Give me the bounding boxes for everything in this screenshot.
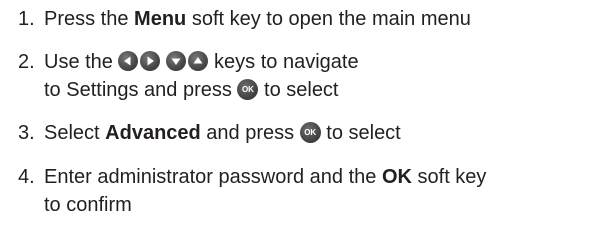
ok-key-icon: OK bbox=[237, 79, 259, 100]
step-number: 1. bbox=[18, 8, 35, 30]
step-number: 4. bbox=[18, 166, 35, 188]
step-text: to Settings and press OK to select bbox=[44, 79, 339, 101]
step-number: 2. bbox=[18, 51, 35, 73]
step-1: 1. Press the Menu soft key to open the m… bbox=[0, 6, 611, 32]
step-4: 4. Enter administrator password and the … bbox=[0, 164, 611, 190]
step-2-continuation: to Settings and press OK to select bbox=[0, 77, 611, 103]
menu-soft-key-label: Menu bbox=[134, 8, 187, 30]
step-text: Select Advanced and press OK to select bbox=[44, 122, 401, 144]
step-text: to confirm bbox=[44, 194, 132, 216]
step-text: Press the Menu soft key to open the main… bbox=[44, 8, 471, 30]
step-text: Enter administrator password and the OK … bbox=[44, 166, 487, 188]
step-text: Use the keys to navigate bbox=[44, 51, 359, 73]
advanced-menu-label: Advanced bbox=[105, 122, 201, 144]
step-number: 3. bbox=[18, 122, 35, 144]
step-2: 2. Use the keys to navigate bbox=[0, 49, 611, 75]
step-4-continuation: to confirm bbox=[0, 192, 611, 218]
ok-soft-key-label: OK bbox=[381, 166, 412, 188]
step-3: 3. Select Advanced and press OK to selec… bbox=[0, 120, 611, 146]
ok-key-icon: OK bbox=[299, 122, 321, 143]
left-arrow-key-icon bbox=[118, 51, 139, 71]
down-arrow-key-icon bbox=[166, 51, 187, 71]
right-arrow-key-icon bbox=[140, 51, 161, 71]
instruction-steps: 1. Press the Menu soft key to open the m… bbox=[0, 0, 611, 240]
up-arrow-key-icon bbox=[188, 51, 209, 71]
